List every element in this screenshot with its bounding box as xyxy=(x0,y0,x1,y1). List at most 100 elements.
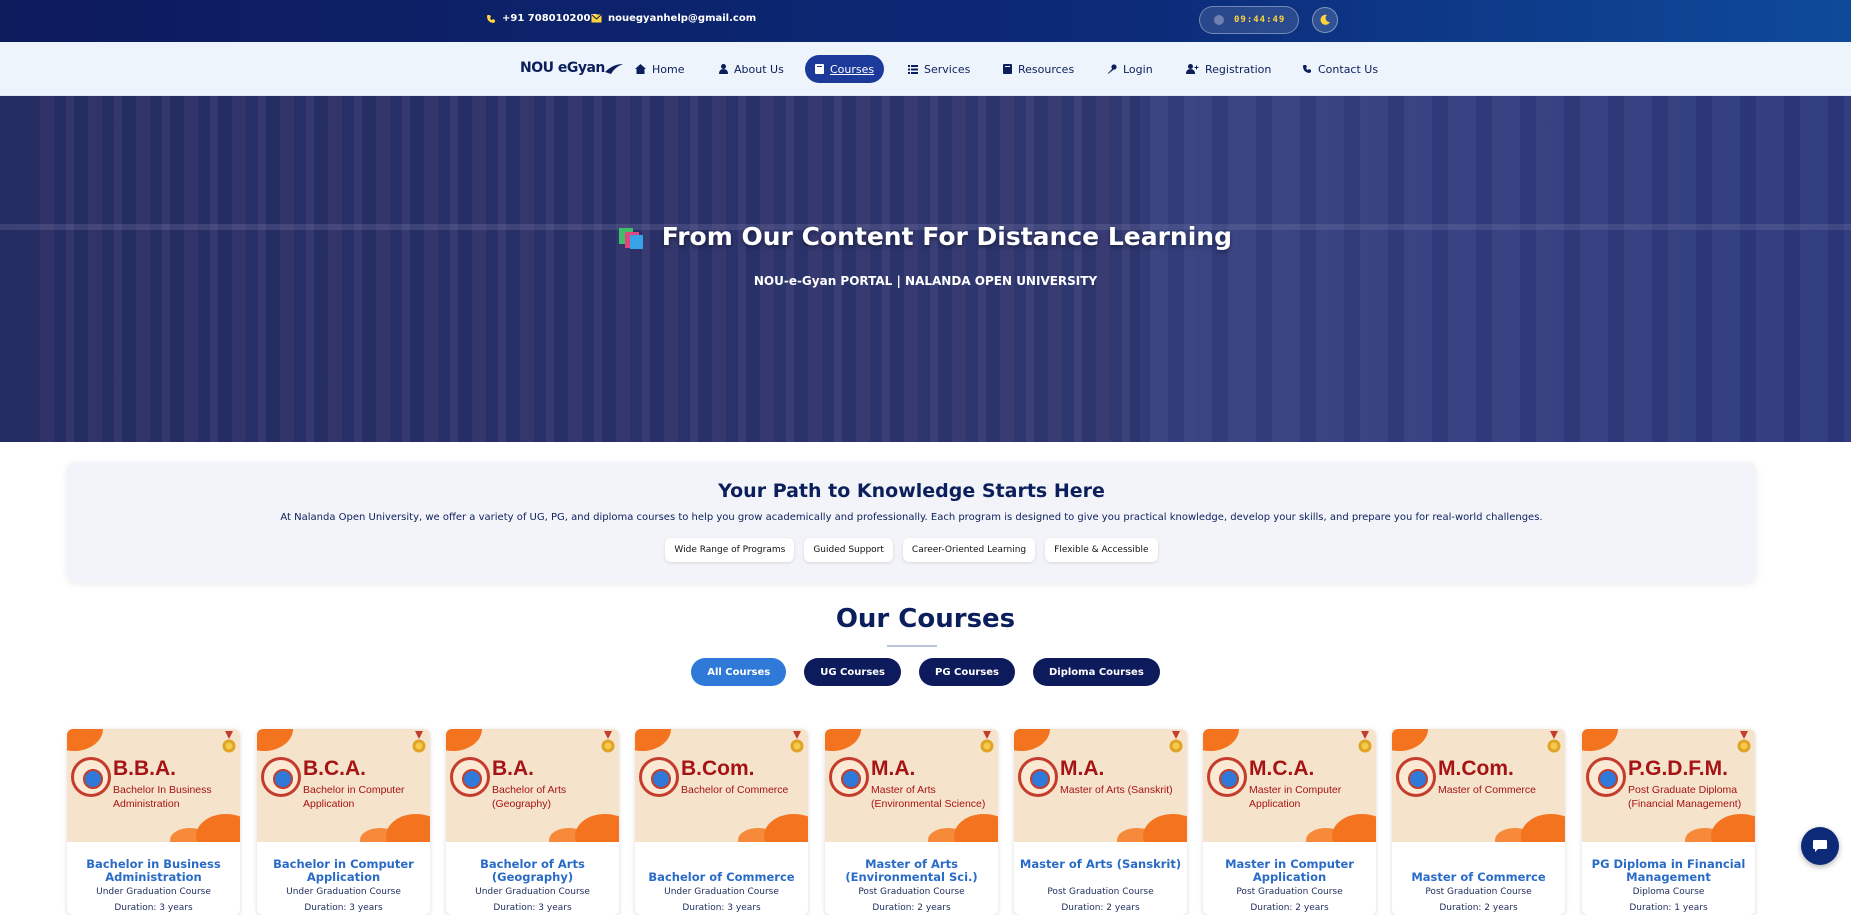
course-filters: All Courses UG Courses PG Courses Diplom… xyxy=(0,658,1851,686)
course-full-title: Bachelor In Business Administration xyxy=(113,784,212,810)
nav-services-label: Services xyxy=(924,62,971,76)
phone-contact[interactable]: +91 7080102007 xyxy=(486,13,597,24)
filter-all-courses[interactable]: All Courses xyxy=(691,658,787,686)
site-logo[interactable]: NOU eGyan xyxy=(520,60,623,76)
main-navbar: NOU eGyan Home About Us Courses Services… xyxy=(0,42,1851,96)
course-name[interactable]: Master in Computer Application xyxy=(1203,858,1376,884)
course-card[interactable]: B.B.A. Bachelor In Business Administratio… xyxy=(67,729,240,915)
banner-decoration xyxy=(1143,814,1187,842)
nav-courses[interactable]: Courses xyxy=(805,55,885,83)
university-emblem-icon xyxy=(1586,757,1626,797)
feature-chip: Flexible & Accessible xyxy=(1045,538,1158,562)
clock-widget: 09:44:49 xyxy=(1199,6,1299,34)
university-emblem-icon xyxy=(71,757,111,797)
course-full-title: Master of Commerce xyxy=(1438,784,1537,796)
medal-icon xyxy=(1358,731,1372,753)
course-abbreviation: M.A. xyxy=(1060,757,1105,780)
filter-diploma-courses[interactable]: Diploma Courses xyxy=(1032,658,1160,686)
phone-icon xyxy=(1303,65,1311,73)
banner-decoration xyxy=(575,814,619,842)
phone-icon xyxy=(487,14,495,23)
university-emblem-icon xyxy=(261,757,301,797)
banner-decoration xyxy=(635,729,671,751)
chat-button[interactable] xyxy=(1801,827,1839,865)
banner-decoration xyxy=(67,729,103,751)
banner-decoration xyxy=(1582,729,1618,751)
feature-chip: Guided Support xyxy=(804,538,893,562)
nav-login[interactable]: Login xyxy=(1097,55,1163,83)
nav-services[interactable]: Services xyxy=(898,55,980,83)
filter-ug-courses[interactable]: UG Courses xyxy=(804,658,902,686)
nav-about-us[interactable]: About Us xyxy=(709,55,794,83)
course-banner: P.G.D.F.M. Post Graduate Diploma (Financi… xyxy=(1582,729,1755,842)
hero-title: From Our Content For Distance Learning xyxy=(0,222,1851,251)
email-contact[interactable]: nouegyanhelp@gmail.com xyxy=(591,13,756,24)
banner-decoration xyxy=(1711,814,1755,842)
course-card[interactable]: P.G.D.F.M. Post Graduate Diploma (Financi… xyxy=(1582,729,1755,915)
university-emblem-icon xyxy=(450,757,490,797)
course-type: Post Graduation Course xyxy=(1236,887,1343,897)
nav-courses-label: Courses xyxy=(830,62,875,76)
course-duration: Duration: 3 years xyxy=(493,903,572,913)
course-card[interactable]: M.C.A. Master in Computer Application Mast… xyxy=(1203,729,1376,915)
theme-toggle-button[interactable] xyxy=(1312,7,1338,33)
medal-icon xyxy=(1169,731,1183,753)
banner-decoration xyxy=(1332,814,1376,842)
course-card[interactable]: M.A. Master of Arts (Sanskrit) Master of A… xyxy=(1014,729,1187,915)
course-card[interactable]: M.Com. Master of Commerce Master of Commer… xyxy=(1392,729,1565,915)
intro-text: At Nalanda Open University, we offer a v… xyxy=(280,512,1543,523)
course-name[interactable]: Bachelor of Commerce xyxy=(635,871,808,884)
intro-box: Your Path to Knowledge Starts Here At Na… xyxy=(67,462,1756,582)
logo-bird-icon xyxy=(604,64,623,74)
nav-home[interactable]: Home xyxy=(625,55,694,83)
banner-decoration xyxy=(257,729,293,751)
user-icon xyxy=(719,64,728,74)
course-banner: M.A. Master of Arts (Sanskrit) xyxy=(1014,729,1187,842)
course-card[interactable]: M.A. Master of Arts (Environmental Scienc… xyxy=(825,729,998,915)
banner-decoration xyxy=(1014,729,1050,751)
course-abbreviation: P.G.D.F.M. xyxy=(1628,757,1728,780)
course-full-title: Master of Arts (Environmental Science) xyxy=(871,784,986,810)
feature-chip: Wide Range of Programs xyxy=(665,538,795,562)
course-name[interactable]: Master of Commerce xyxy=(1392,871,1565,884)
medal-icon xyxy=(601,731,615,753)
medal-icon xyxy=(980,731,994,753)
book-icon xyxy=(1003,64,1012,74)
course-duration: Duration: 2 years xyxy=(872,903,951,913)
course-type: Under Graduation Course xyxy=(475,887,590,897)
course-abbreviation: M.A. xyxy=(871,757,916,780)
nav-contact-label: Contact Us xyxy=(1318,62,1379,76)
banner-decoration xyxy=(446,729,482,751)
course-name[interactable]: Master of Arts (Sanskrit) xyxy=(1014,858,1187,871)
course-banner: B.C.A. Bachelor in Computer Application xyxy=(257,729,430,842)
course-name[interactable]: Bachelor of Arts (Geography) xyxy=(446,858,619,884)
course-card[interactable]: B.Com. Bachelor of Commerce Bachelor of Co… xyxy=(635,729,808,915)
feature-chips: Wide Range of Programs Guided Support Ca… xyxy=(67,538,1756,562)
course-name[interactable]: PG Diploma in Financial Management xyxy=(1582,858,1755,884)
nav-home-label: Home xyxy=(652,62,685,76)
course-name[interactable]: Bachelor in Computer Application xyxy=(257,858,430,884)
course-banner: M.Com. Master of Commerce xyxy=(1392,729,1565,842)
medal-icon xyxy=(412,731,426,753)
nav-registration-label: Registration xyxy=(1205,62,1272,76)
nav-registration[interactable]: Registration xyxy=(1176,55,1281,83)
course-abbreviation: M.C.A. xyxy=(1249,757,1315,780)
heading-underline xyxy=(887,645,937,647)
course-banner: B.A. Bachelor of Arts (Geography) xyxy=(446,729,619,842)
course-name[interactable]: Bachelor in Business Administration xyxy=(67,858,240,884)
feature-chip: Career-Oriented Learning xyxy=(902,538,1036,562)
home-icon xyxy=(635,64,646,74)
intro-heading: Your Path to Knowledge Starts Here xyxy=(718,480,1105,502)
course-card[interactable]: B.C.A. Bachelor in Computer Application Ba… xyxy=(257,729,430,915)
course-type: Post Graduation Course xyxy=(1047,887,1154,897)
course-name[interactable]: Master of Arts (Environmental Sci.) xyxy=(825,858,998,884)
course-card[interactable]: B.A. Bachelor of Arts (Geography) Bachelor… xyxy=(446,729,619,915)
key-icon xyxy=(1107,64,1117,74)
banner-decoration xyxy=(764,814,808,842)
nav-contact-us[interactable]: Contact Us xyxy=(1292,55,1388,83)
filter-pg-courses[interactable]: PG Courses xyxy=(919,658,1015,686)
nav-resources[interactable]: Resources xyxy=(993,55,1084,83)
course-type: Under Graduation Course xyxy=(96,887,211,897)
banner-decoration xyxy=(1392,729,1428,751)
clock-time: 09:44:49 xyxy=(1234,15,1286,25)
